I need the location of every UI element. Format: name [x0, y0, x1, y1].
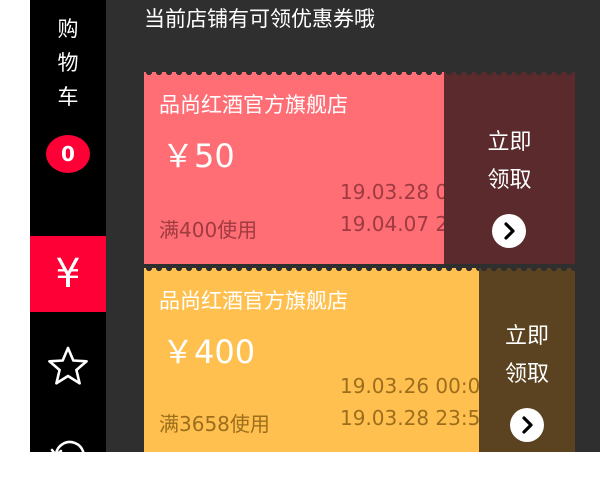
claim-label: 立即 领取 [479, 318, 575, 394]
coupon-shop-name: 品尚红酒官方旗舰店 [159, 93, 348, 117]
coupon-panel: 当前店铺有可领优惠券哦 品尚红酒官方旗舰店 ￥50 满400使用 19.03.2… [106, 0, 600, 452]
coupon-valid-from: 19.03.26 00:00 [340, 374, 494, 398]
panel-title: 当前店铺有可领优惠券哦 [144, 7, 375, 31]
claim-coupon-button[interactable]: 立即 领取 [444, 72, 575, 264]
sidebar: 购 物 车 0 ¥ [30, 0, 106, 472]
coupon-card: 品尚红酒官方旗舰店 ￥50 满400使用 19.03.28 00:00 19.0… [144, 72, 575, 264]
claim-label: 立即 领取 [444, 124, 575, 200]
coupon-valid-to: 19.03.28 23:59 [340, 406, 494, 430]
yen-icon: ¥ [55, 251, 81, 297]
cart-count-badge: 0 [46, 135, 90, 173]
claim-label-line: 立即 [504, 324, 549, 349]
cart-label-char: 购 [57, 17, 79, 41]
coupon-validity: 19.03.26 00:00 19.03.28 23:59 [340, 370, 493, 434]
claim-label-line: 领取 [504, 362, 549, 387]
page-background-strip [0, 0, 31, 452]
history-icon [50, 440, 86, 472]
coupon-condition: 满3658使用 [159, 412, 270, 436]
coupon-body: 品尚红酒官方旗舰店 ￥50 满400使用 19.03.28 00:00 19.0… [144, 72, 493, 264]
claim-label-line: 立即 [487, 130, 532, 155]
coupon-body: 品尚红酒官方旗舰店 ￥400 满3658使用 19.03.26 00:00 19… [144, 268, 493, 452]
coupon-shop-name: 品尚红酒官方旗舰店 [159, 289, 348, 313]
coupon-amount: ￥400 [162, 333, 256, 371]
coupon-condition: 满400使用 [159, 218, 258, 242]
star-icon [48, 346, 88, 385]
claim-coupon-button[interactable]: 立即 领取 [479, 268, 575, 452]
coupon-amount: ￥50 [162, 137, 235, 175]
chevron-right-icon[interactable] [492, 214, 526, 248]
cart-label[interactable]: 购 物 车 [30, 12, 106, 114]
cart-label-char: 物 [57, 51, 79, 75]
coupon-card: 品尚红酒官方旗舰店 ￥400 满3658使用 19.03.26 00:00 19… [144, 268, 575, 452]
cart-label-char: 车 [57, 85, 79, 109]
coupon-nav-button[interactable]: ¥ [30, 236, 106, 312]
claim-label-line: 领取 [487, 168, 532, 193]
favorites-nav-button[interactable] [47, 345, 89, 387]
history-nav-button[interactable] [48, 436, 88, 476]
chevron-right-icon[interactable] [510, 408, 544, 442]
